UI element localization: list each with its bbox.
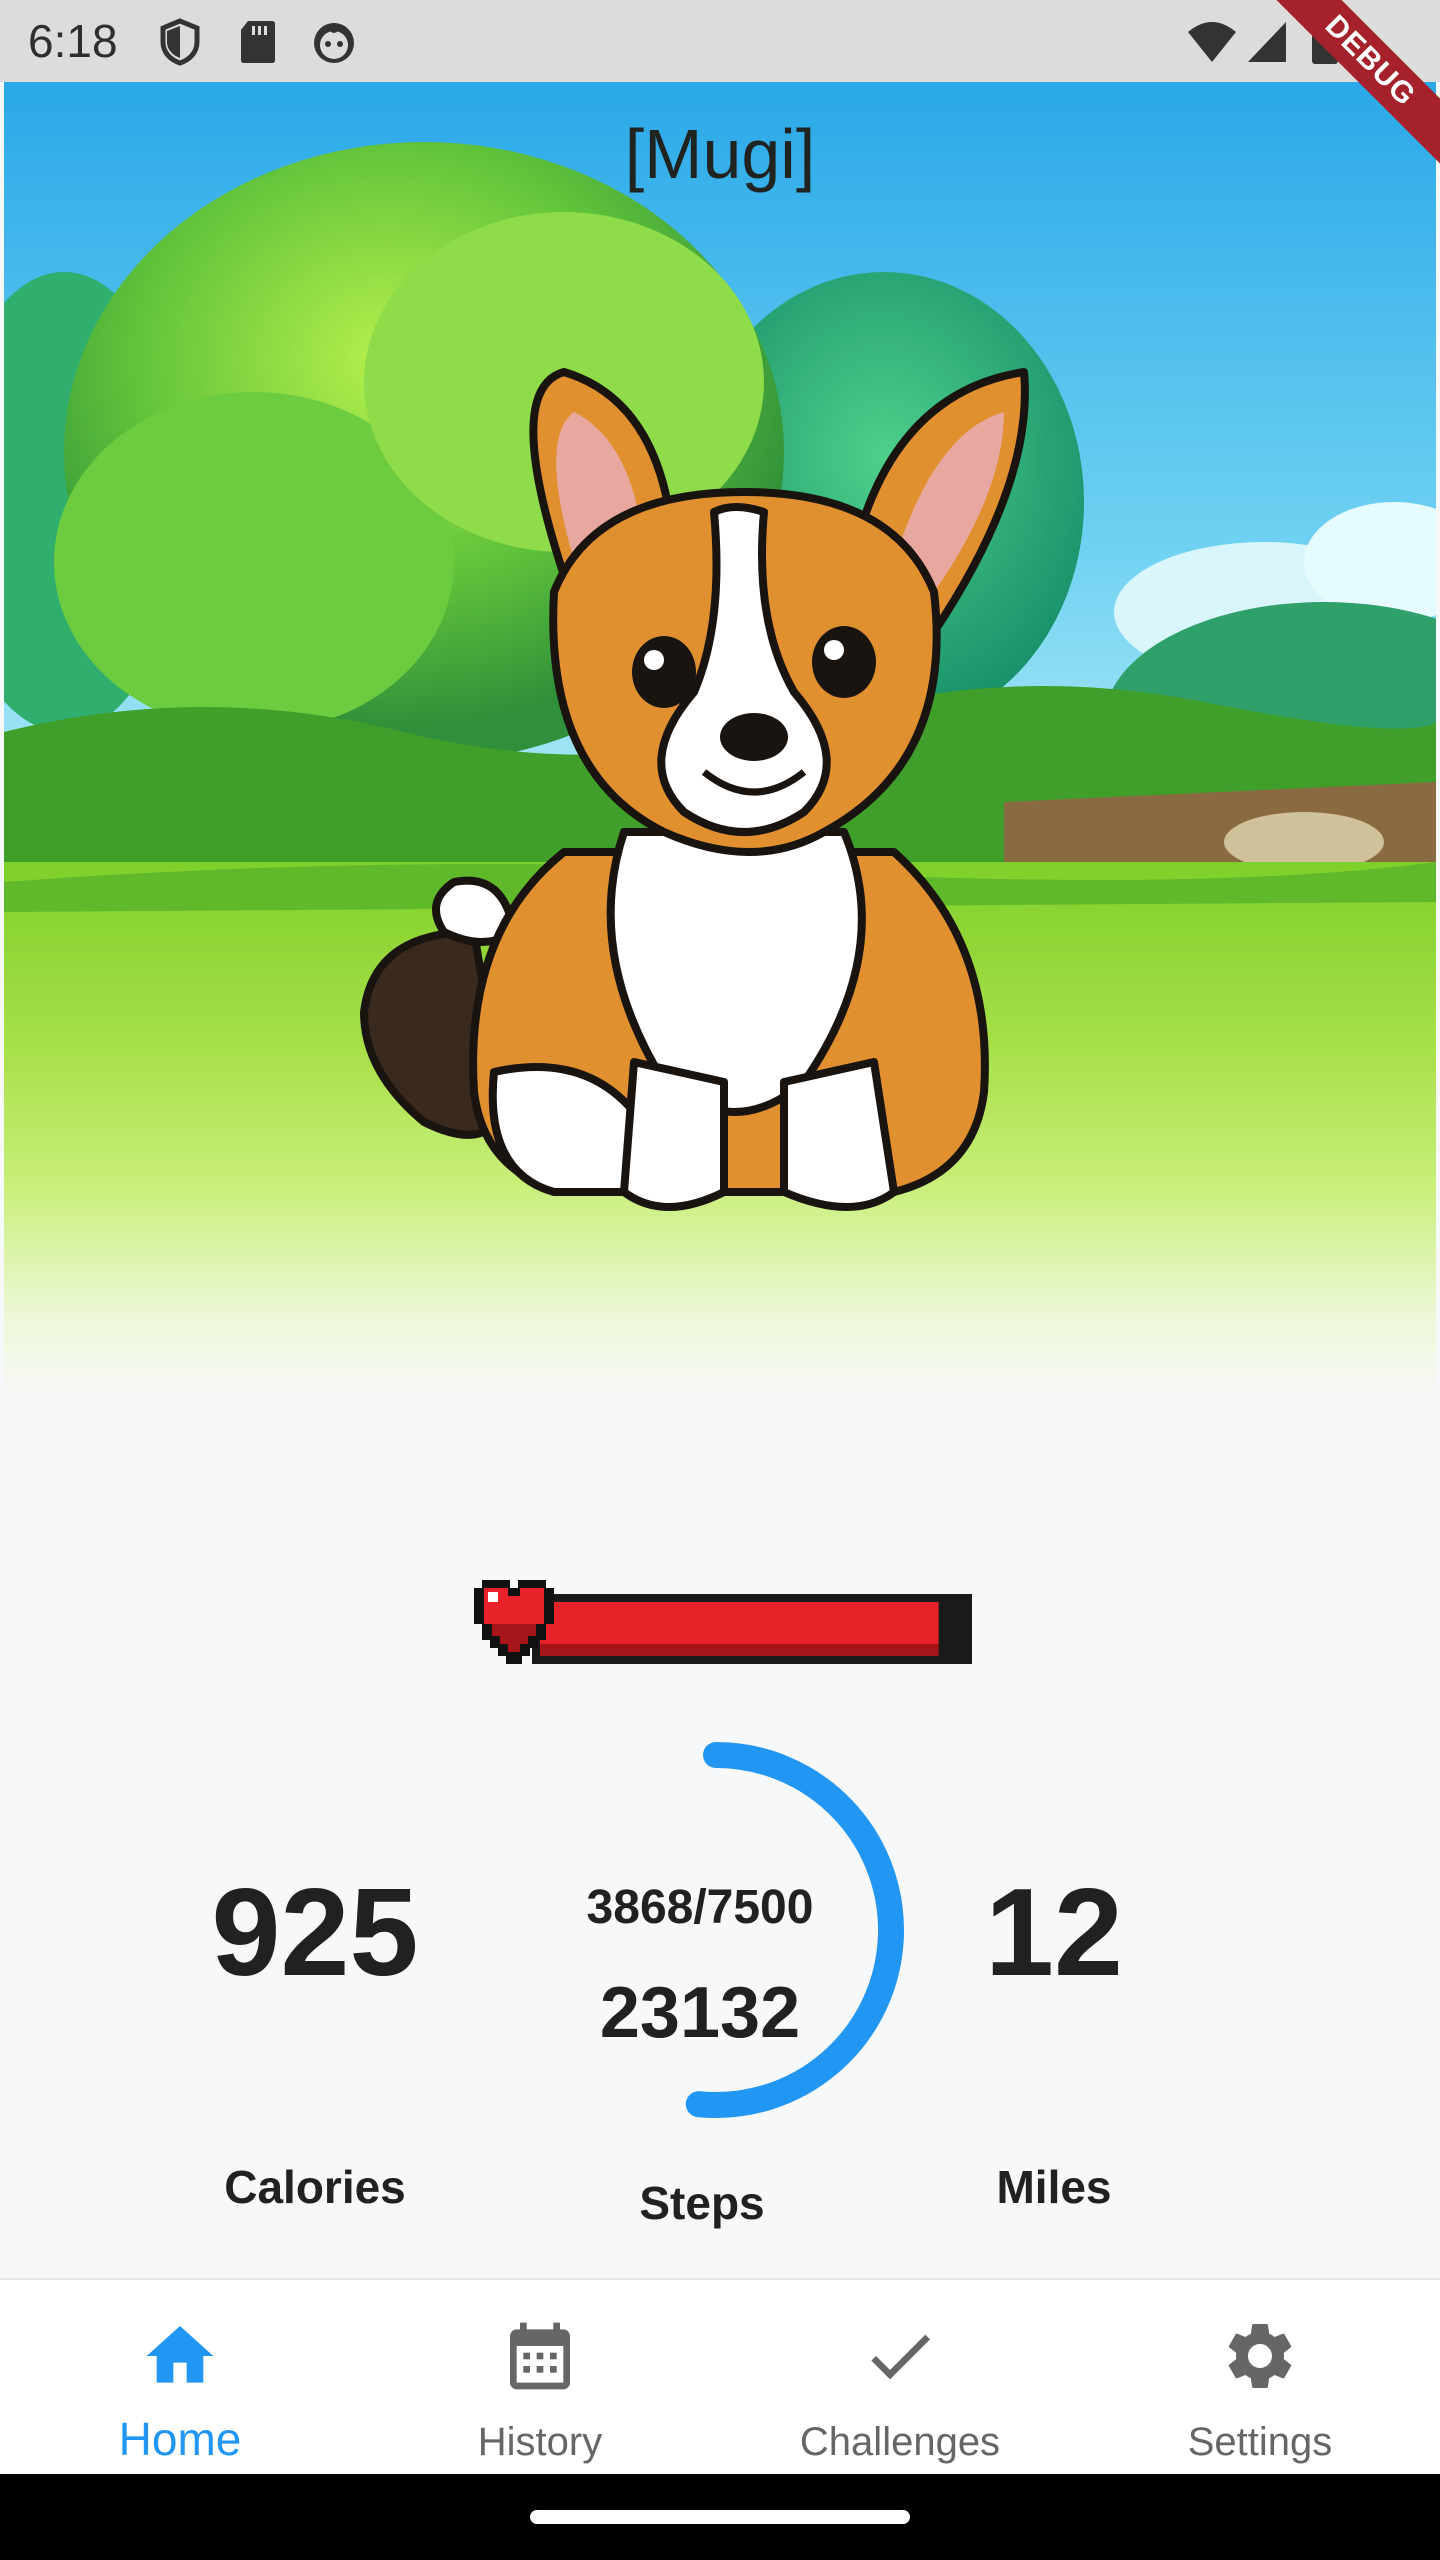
pet-corgi-image[interactable] xyxy=(334,292,1134,1282)
calories-label: Calories xyxy=(224,2161,406,2213)
home-icon xyxy=(146,2326,214,2383)
calories-value: 925 xyxy=(211,1864,419,2002)
wifi-icon xyxy=(1188,22,1236,62)
app-root: { "status_bar": { "time": "6:18", "debug… xyxy=(0,0,1440,2560)
nav-label-challenges: Challenges xyxy=(799,2420,1001,2464)
status-time: 6:18 xyxy=(28,15,118,67)
nav-item-challenges[interactable]: Challenges xyxy=(720,2280,1080,2476)
health-bar-shade xyxy=(540,1644,939,1656)
miles-value: 12 xyxy=(985,1864,1123,2002)
nav-label-history: History xyxy=(477,2420,603,2464)
cell-signal-icon xyxy=(1248,22,1286,62)
bottom-navigation: Home History Challenges Settings xyxy=(0,2278,1440,2474)
nav-label-home: Home xyxy=(118,2413,242,2465)
pet-scene: [Mugi] xyxy=(4,82,1436,1402)
steps-label: Steps xyxy=(639,2177,765,2229)
steps-total: 23132 xyxy=(599,1973,801,2053)
nav-item-history[interactable]: History xyxy=(360,2280,720,2476)
shield-icon xyxy=(160,18,200,66)
sd-card-icon xyxy=(241,21,275,63)
health-bar xyxy=(474,1580,972,1664)
status-bar: 6:18 DEBUG xyxy=(0,0,1440,184)
system-navigation-bar xyxy=(0,2474,1440,2560)
face-icon xyxy=(314,23,354,63)
nav-label-settings: Settings xyxy=(1187,2420,1333,2464)
steps-progress-text: 3868/7500 xyxy=(586,1881,814,1934)
nav-item-settings[interactable]: Settings xyxy=(1080,2280,1440,2476)
check-icon xyxy=(871,2334,930,2380)
pet-name: [Mugi] xyxy=(624,115,816,193)
miles-label: Miles xyxy=(996,2161,1112,2213)
nav-item-home[interactable]: Home xyxy=(0,2280,360,2476)
gear-icon xyxy=(1228,2324,1292,2388)
home-gesture-handle[interactable] xyxy=(530,2510,910,2524)
calendar-icon xyxy=(510,2322,570,2390)
